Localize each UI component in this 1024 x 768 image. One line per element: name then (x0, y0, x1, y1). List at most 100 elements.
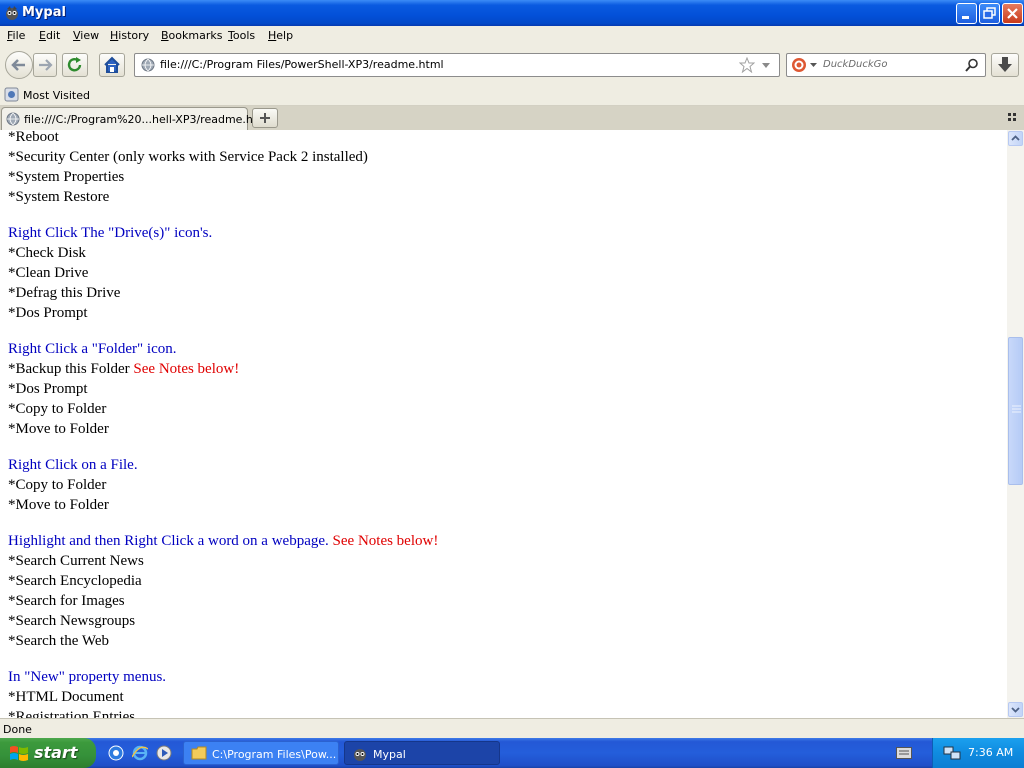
section-heading: Right Click a "Folder" icon. (8, 341, 177, 357)
network-icon[interactable] (943, 745, 961, 761)
section-heading-with-note: Highlight and then Right Click a word on… (8, 532, 438, 550)
list-all-tabs-icon[interactable] (1008, 112, 1018, 122)
content-line: *Copy to Folder (8, 401, 107, 417)
quicklaunch-player-icon[interactable] (156, 745, 172, 761)
tab-readme[interactable]: file:///C:/Program%20...hell-XP3/readme.… (1, 107, 271, 130)
window-title: Mypal (22, 5, 66, 20)
section-heading: Right Click on a File. (8, 457, 138, 473)
home-button[interactable] (99, 53, 125, 77)
content-line: *Move to Folder (8, 497, 109, 513)
taskbar-item-explorer[interactable]: C:\Program Files\Pow... (183, 741, 339, 765)
bookmark-star-icon[interactable] (739, 57, 755, 73)
section-heading: Right Click The "Drive(s)" icon's. (8, 225, 213, 241)
menu-tools[interactable]: Tools (228, 29, 255, 42)
back-button[interactable] (5, 51, 33, 79)
title-bar[interactable]: Mypal (0, 0, 1024, 26)
search-bar[interactable]: DuckDuckGo (786, 53, 986, 77)
scroll-up-arrow-icon (1011, 135, 1020, 141)
content-line-with-note: *Backup this Folder See Notes below! (8, 360, 239, 378)
forward-button[interactable] (33, 53, 57, 77)
content-line: *System Properties (8, 169, 125, 185)
content-line: *Clean Drive (8, 265, 89, 281)
forward-arrow-icon (39, 59, 53, 71)
scroll-down-arrow-icon (1011, 707, 1020, 713)
new-tab-button[interactable] (252, 108, 278, 128)
internet-explorer-icon[interactable] (132, 745, 148, 761)
content-line: *Copy to Folder (8, 477, 107, 493)
content-line: *Defrag this Drive (8, 285, 121, 301)
content-line: *Move to Folder (8, 421, 109, 437)
content-line: *Backup this Folder (8, 361, 130, 377)
content-line: *Security Center (only works with Servic… (8, 149, 368, 165)
menu-edit[interactable]: Edit (39, 29, 60, 42)
taskbar-item-mypal[interactable]: Mypal (344, 741, 500, 765)
home-icon (104, 56, 120, 73)
content-line: *Search Encyclopedia (8, 573, 142, 589)
status-text: Done (3, 723, 32, 736)
section-heading: In "New" property menus. (8, 669, 167, 685)
menu-bookmarks[interactable]: Bookmarks (161, 29, 222, 42)
search-input[interactable]: DuckDuckGo (823, 59, 888, 70)
close-button[interactable] (1002, 3, 1023, 24)
tab-label: file:///C:/Program%20...hell-XP3/readme.… (24, 113, 271, 126)
menu-view[interactable]: View (73, 29, 99, 42)
system-tray: 7:36 AM (932, 738, 1024, 768)
plus-icon (260, 113, 270, 123)
mypal-taskbar-icon (354, 749, 366, 761)
scroll-down-button[interactable] (1008, 702, 1023, 717)
task-label: Mypal (373, 748, 406, 761)
folder-icon (191, 746, 207, 760)
clock[interactable]: 7:36 AM (968, 746, 1013, 759)
search-engine-dropdown-icon[interactable] (810, 63, 817, 68)
bookmark-most-visited[interactable]: Most Visited (23, 89, 90, 102)
globe-icon (141, 58, 155, 72)
url-text: file:///C:/Program Files/PowerShell-XP3/… (160, 58, 444, 71)
taskbar: start C:\Program Files\Pow... Mypal 7:36… (0, 738, 1024, 768)
scroll-thumb[interactable] (1008, 337, 1023, 485)
downloads-button[interactable] (991, 53, 1019, 77)
navigation-toolbar: file:///C:/Program Files/PowerShell-XP3/… (0, 46, 1024, 84)
content-line: *Search Current News (8, 553, 144, 569)
restore-button[interactable] (979, 3, 1000, 24)
content-line: *Registration Entries (8, 709, 136, 718)
content-line: *Dos Prompt (8, 381, 88, 397)
menu-file[interactable]: File (7, 29, 25, 42)
download-arrow-icon (998, 57, 1012, 72)
content-line: *Search Newsgroups (8, 613, 136, 629)
vertical-scrollbar[interactable] (1007, 130, 1024, 718)
menu-help[interactable]: Help (268, 29, 293, 42)
tab-globe-icon (6, 112, 20, 126)
tab-bar: file:///C:/Program%20...hell-XP3/readme.… (0, 106, 1024, 130)
start-button[interactable]: start (0, 738, 96, 768)
url-bar[interactable]: file:///C:/Program Files/PowerShell-XP3/… (134, 53, 780, 77)
content-line: *Dos Prompt (8, 305, 88, 321)
section-heading: Highlight and then Right Click a word on… (8, 533, 329, 549)
content-line: *System Restore (8, 189, 110, 205)
duckduckgo-icon (792, 58, 806, 72)
see-notes-text: See Notes below! (332, 533, 439, 549)
minimize-icon (962, 16, 969, 19)
minimize-button[interactable] (956, 3, 977, 24)
content-line: *Search for Images (8, 593, 125, 609)
windows-flag-icon (10, 746, 28, 761)
search-icon[interactable] (965, 58, 979, 72)
back-arrow-icon (11, 59, 25, 71)
grip-icon (1012, 405, 1021, 413)
keyboard-language-icon[interactable] (896, 747, 912, 759)
url-dropdown-icon[interactable] (761, 62, 771, 70)
content-line: *HTML Document (8, 689, 124, 705)
close-icon (1007, 8, 1018, 19)
content-line: *Check Disk (8, 245, 86, 261)
quicklaunch-media-icon[interactable] (108, 745, 124, 761)
restore-icon (983, 7, 996, 19)
task-label: C:\Program Files\Pow... (212, 748, 337, 761)
reload-button[interactable] (62, 53, 88, 77)
scroll-up-button[interactable] (1008, 131, 1023, 146)
menu-bar: File Edit View History Bookmarks Tools H… (0, 26, 1024, 46)
menu-history[interactable]: History (110, 29, 149, 42)
mypal-app-icon (6, 6, 18, 20)
content-line: *Search the Web (8, 633, 109, 649)
content-line: *Reboot (8, 130, 59, 145)
page-content: *Reboot *Security Center (only works wit… (0, 130, 1007, 718)
reload-icon (67, 57, 82, 72)
